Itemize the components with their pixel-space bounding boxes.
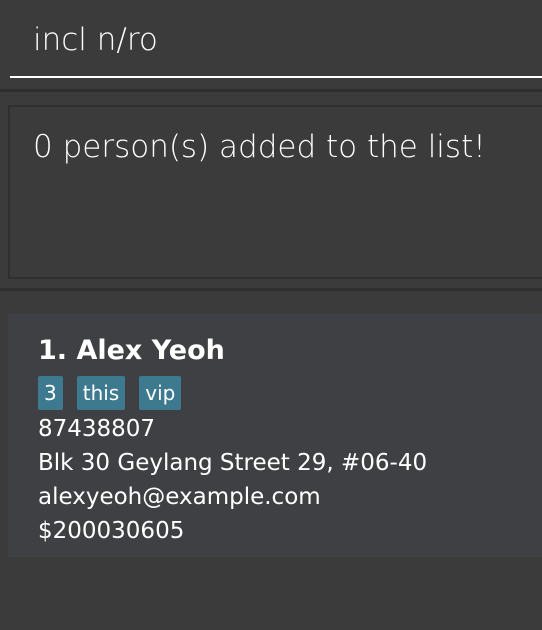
person-address: Blk 30 Geylang Street 29, #06-40 [38,450,428,476]
result-display: 0 person(s) added to the list! [8,105,542,279]
tag: this [76,376,126,410]
tag: 3 [38,376,63,410]
tag: vip [139,376,182,410]
person-phone: 87438807 [38,416,156,442]
divider [0,89,542,92]
result-message: 0 person(s) added to the list! [33,129,486,165]
person-list[interactable]: 1. Alex Yeoh 3 this vip 87438807 Blk 30 … [0,292,542,630]
divider [0,288,542,291]
command-input[interactable]: incl n/ro [10,0,542,78]
person-amount: $200030605 [38,518,185,544]
tag-list: 3 this vip [38,376,182,410]
person-email: alexyeoh@example.com [38,484,321,510]
command-box: incl n/ro [0,0,542,92]
person-name: 1. Alex Yeoh [38,335,225,366]
person-card[interactable]: 1. Alex Yeoh 3 this vip 87438807 Blk 30 … [8,314,542,557]
